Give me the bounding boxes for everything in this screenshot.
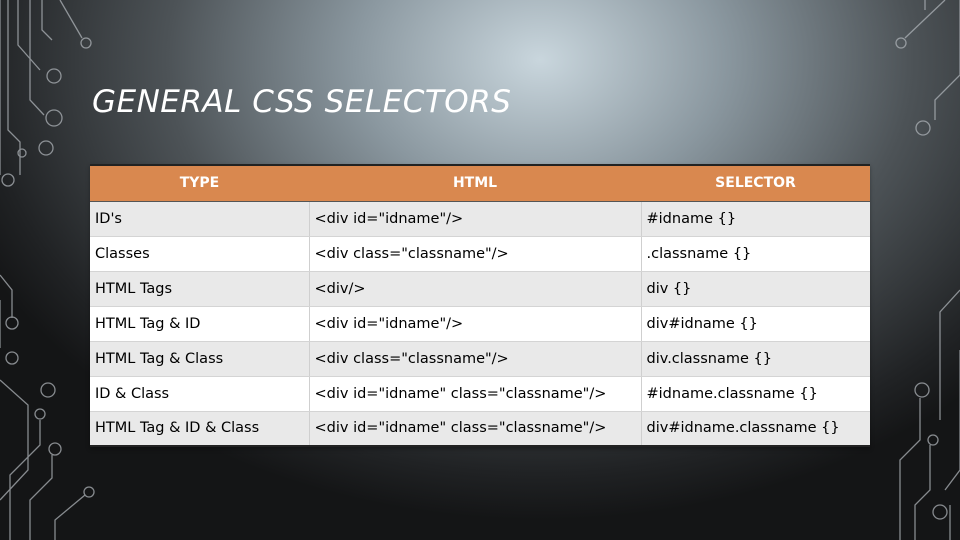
- html-cell: <div id="idname"/>: [308, 306, 641, 342]
- header-html: HTML: [309, 165, 641, 202]
- circuit-top-left: [0, 0, 92, 187]
- type-cell: Classes: [90, 236, 309, 272]
- circuit-top-right: [895, 0, 960, 136]
- table-row: HTML Tag & Class <div class="classname"/…: [90, 341, 870, 377]
- html-cell: <div id="idname"/>: [308, 201, 641, 237]
- circuit-bottom-left: [0, 274, 95, 540]
- table-row: HTML Tags <div/> div {}: [90, 271, 870, 307]
- table-row: ID's <div id="idname"/> #idname {}: [90, 201, 870, 237]
- selector-cell: div.classname {}: [640, 341, 870, 377]
- table-row: Classes <div class="classname"/> .classn…: [90, 236, 870, 272]
- slide-title: GENERAL CSS SELECTORS: [92, 84, 512, 120]
- type-cell: ID & Class: [90, 376, 309, 412]
- table-row: HTML Tag & ID & Class <div id="idname" c…: [90, 411, 870, 447]
- html-cell: <div id="idname" class="classname"/>: [308, 376, 641, 412]
- selector-cell: .classname {}: [640, 236, 870, 272]
- type-cell: HTML Tags: [90, 271, 309, 307]
- selector-cell: #idname {}: [640, 201, 870, 237]
- selector-cell: #idname.classname {}: [640, 376, 870, 412]
- html-cell: <div class="classname"/>: [308, 236, 641, 272]
- type-cell: HTML Tag & ID & Class: [90, 411, 309, 447]
- header-selector: SELECTOR: [641, 165, 870, 202]
- circuit-bottom-right: [899, 289, 960, 540]
- table-header-row: TYPE HTML SELECTOR: [90, 165, 870, 202]
- header-type: TYPE: [90, 165, 309, 202]
- html-cell: <div class="classname"/>: [308, 341, 641, 377]
- type-cell: HTML Tag & Class: [90, 341, 309, 377]
- table-row: ID & Class <div id="idname" class="class…: [90, 376, 870, 412]
- slide: GENERAL CSS SELECTORS TYPE HTML SELECTOR…: [0, 0, 960, 540]
- type-cell: ID's: [90, 201, 309, 237]
- type-cell: HTML Tag & ID: [90, 306, 309, 342]
- html-cell: <div/>: [308, 271, 641, 307]
- selector-cell: div#idname.classname {}: [640, 411, 870, 447]
- selector-cell: div {}: [640, 271, 870, 307]
- html-cell: <div id="idname" class="classname"/>: [308, 411, 641, 447]
- table-row: HTML Tag & ID <div id="idname"/> div#idn…: [90, 306, 870, 342]
- selector-cell: div#idname {}: [640, 306, 870, 342]
- css-selectors-table: TYPE HTML SELECTOR ID's <div id="idname"…: [90, 164, 870, 447]
